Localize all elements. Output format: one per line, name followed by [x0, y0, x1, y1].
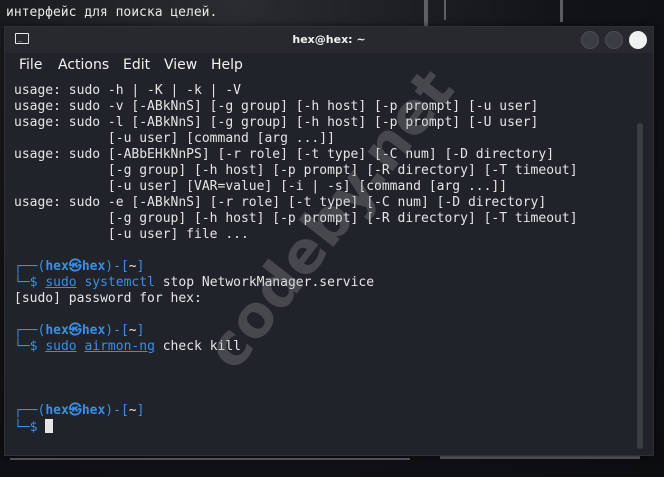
- menu-file[interactable]: File: [19, 57, 42, 73]
- command-line: └─$ sudo systemctl stop NetworkManager.s…: [14, 275, 375, 290]
- menu-help[interactable]: Help: [211, 57, 243, 73]
- output-line: [-g group] [-h host] [-p prompt] [-R dir…: [14, 163, 578, 178]
- background-stroke: [560, 0, 563, 22]
- output-line: usage: sudo -v [-ABkNnS] [-g group] [-h …: [14, 99, 539, 114]
- prompt-header: ┌──(hex㉿hex)-[~]: [14, 403, 145, 418]
- background-stroke: [440, 456, 640, 459]
- text-cursor: [45, 419, 54, 433]
- background-stroke: [444, 0, 446, 20]
- command-line: └─$ sudo airmon-ng check kill: [14, 339, 241, 354]
- menu-bar: File Actions Edit View Help: [5, 53, 653, 79]
- background-text: интерфейс для поиска целей.: [6, 5, 218, 20]
- prompt-header: ┌──(hex㉿hex)-[~]: [14, 259, 145, 274]
- output-line: [-u user] [command [arg ...]]: [14, 131, 335, 146]
- minimize-icon[interactable]: [581, 31, 599, 49]
- terminal-window[interactable]: _ hex@hex: ~ File Actions Edit View Help…: [4, 26, 654, 456]
- terminal-output[interactable]: usage: sudo -h | -K | -k | -V usage: sud…: [14, 83, 626, 451]
- maximize-icon[interactable]: [605, 31, 623, 49]
- background-stroke: [10, 458, 410, 460]
- window-title: hex@hex: ~: [292, 33, 366, 46]
- prompt-header: ┌──(hex㉿hex)-[~]: [14, 323, 145, 338]
- output-line: usage: sudo -l [-ABkNnS] [-g group] [-h …: [14, 115, 539, 130]
- title-bar[interactable]: _ hex@hex: ~: [5, 27, 653, 53]
- output-line: [-u user] file ...: [14, 227, 249, 242]
- menu-actions[interactable]: Actions: [58, 57, 109, 73]
- output-line: usage: sudo [-ABbEHkNnPS] [-r role] [-t …: [14, 147, 555, 162]
- command-line[interactable]: └─$: [14, 419, 626, 435]
- menu-edit[interactable]: Edit: [123, 57, 150, 73]
- password-prompt: [sudo] password for hex:: [14, 291, 202, 306]
- menu-view[interactable]: View: [164, 57, 197, 73]
- output-line: usage: sudo -e [-ABkNnS] [-r role] [-t t…: [14, 195, 547, 210]
- output-line: usage: sudo -h | -K | -k | -V: [14, 83, 241, 98]
- close-icon[interactable]: [629, 31, 647, 49]
- scrollbar[interactable]: [637, 123, 643, 449]
- background-stroke: [424, 0, 428, 26]
- output-line: [-u user] [VAR=value] [-i | -s] [command…: [14, 179, 508, 194]
- output-line: [-g group] [-h host] [-p prompt] [-R dir…: [14, 211, 578, 226]
